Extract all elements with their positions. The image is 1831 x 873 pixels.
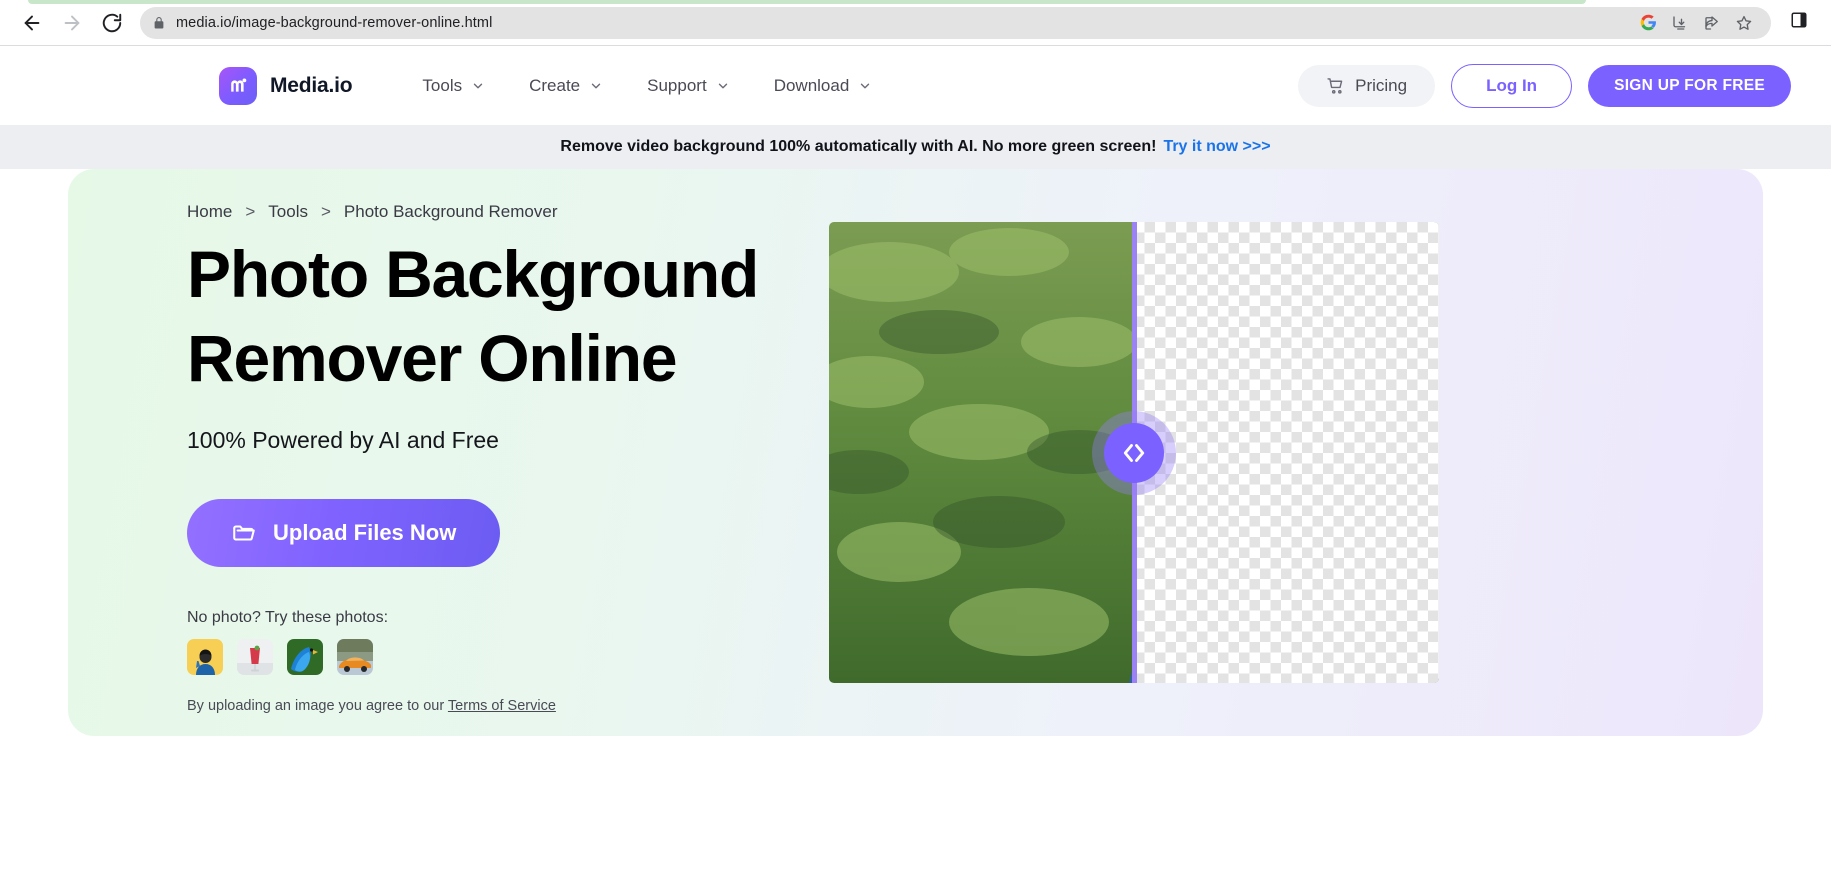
login-button[interactable]: Log In [1451,63,1573,108]
chevron-down-icon [858,79,872,93]
promo-banner: Remove video background 100% automatical… [0,125,1831,169]
nav-item-tools[interactable]: Tools [400,68,507,104]
folder-icon [231,520,257,546]
forward-arrow-icon [61,12,83,34]
hero-content: Home > Tools > Photo Background Remover … [187,202,867,714]
promo-link[interactable]: Try it now >>> [1163,138,1270,156]
browser-toolbar: media.io/image-background-remover-online… [0,0,1831,46]
breadcrumb-separator: > [320,202,331,221]
terms-text: By uploading an image you agree to our T… [187,698,867,714]
install-app-icon[interactable] [1665,8,1695,38]
nav-label: Create [529,75,581,95]
sidebar-toggle-icon [1790,11,1808,34]
nav-label: Download [773,75,850,95]
nav-item-download[interactable]: Download [752,68,895,104]
breadcrumb-item-current: Photo Background Remover [343,202,558,221]
browser-nav-buttons [14,5,130,41]
cart-icon [1326,76,1346,96]
nav-item-support[interactable]: Support [625,68,752,104]
pricing-button[interactable]: Pricing [1298,64,1436,107]
omnibox-actions [1633,8,1759,38]
main-navigation: Tools Create Support Download [400,68,894,104]
hero-card: Home > Tools > Photo Background Remover … [68,169,1763,736]
thumbnail-car[interactable] [337,638,373,675]
lock-icon [152,16,166,30]
hero-section: Home > Tools > Photo Background Remover … [0,169,1831,736]
nav-item-create[interactable]: Create [507,68,625,104]
pricing-label: Pricing [1355,75,1408,95]
sample-thumbnails [187,638,867,675]
page-title: Photo Background Remover Online [187,233,867,401]
upload-files-button[interactable]: Upload Files Now [187,498,501,567]
try-photos-label: No photo? Try these photos: [187,608,389,626]
tab-strip-edge [0,0,1831,4]
breadcrumb-separator: > [245,202,256,221]
page-body: Media.io Tools Create Support Download P… [0,46,1831,873]
page-title-line1: Photo Background [187,237,759,311]
bookmark-star-icon[interactable] [1729,8,1759,38]
thumbnail-person-yellow[interactable] [187,638,223,675]
chevron-down-icon [589,79,603,93]
breadcrumb-item-tools[interactable]: Tools [268,202,308,222]
chevron-down-icon [471,79,485,93]
brand-name: Media.io [270,73,353,97]
hero-subtitle: 100% Powered by AI and Free [187,426,499,453]
chevron-down-icon [716,79,730,93]
back-button[interactable] [14,5,50,41]
compare-slider-handle-icon[interactable] [1104,423,1164,483]
before-after-compare[interactable] [829,222,1439,683]
nav-label: Tools [422,75,463,95]
breadcrumb: Home > Tools > Photo Background Remover [187,202,867,222]
terms-of-service-link[interactable]: Terms of Service [448,698,556,714]
breadcrumb-item-home[interactable]: Home [187,202,232,222]
header-actions: Pricing Log In SIGN UP FOR FREE [1298,63,1791,108]
thumbnail-parrot[interactable] [287,638,323,675]
forward-button[interactable] [54,5,90,41]
share-icon[interactable] [1697,8,1727,38]
media-io-logo-icon [219,66,257,105]
reload-button[interactable] [94,5,130,41]
page-title-line2: Remover Online [187,320,678,395]
url-text: media.io/image-background-remover-online… [176,14,493,31]
back-arrow-icon [21,12,43,34]
signup-button[interactable]: SIGN UP FOR FREE [1588,64,1791,107]
terms-prefix: By uploading an image you agree to our [187,697,448,714]
upload-files-label: Upload Files Now [273,519,457,545]
promo-text: Remove video background 100% automatical… [560,138,1157,155]
sidebar-toggle-button[interactable] [1781,5,1817,41]
transparency-checkerboard [1134,222,1439,683]
thumbnail-drink[interactable] [237,638,273,675]
reload-icon [101,12,123,34]
address-bar[interactable]: media.io/image-background-remover-online… [140,6,1771,39]
brand-logo[interactable]: Media.io [219,66,353,105]
google-icon[interactable] [1633,8,1663,38]
site-header: Media.io Tools Create Support Download P… [0,46,1831,125]
nav-label: Support [647,75,707,95]
